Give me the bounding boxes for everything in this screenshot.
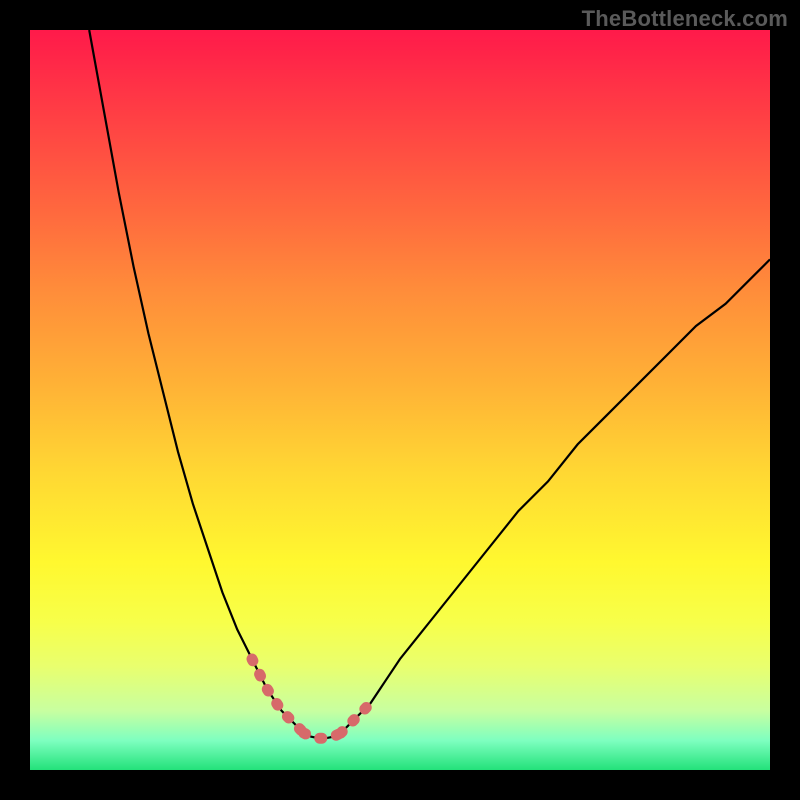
- chart-plot-area: [30, 30, 770, 770]
- curve-right: [341, 259, 770, 733]
- watermark-text: TheBottleneck.com: [582, 6, 788, 32]
- highlight-right: [341, 703, 371, 733]
- highlight-left: [252, 659, 304, 733]
- curve-left: [89, 30, 304, 733]
- highlight-floor: [304, 733, 341, 738]
- bottleneck-curve-svg: [30, 30, 770, 770]
